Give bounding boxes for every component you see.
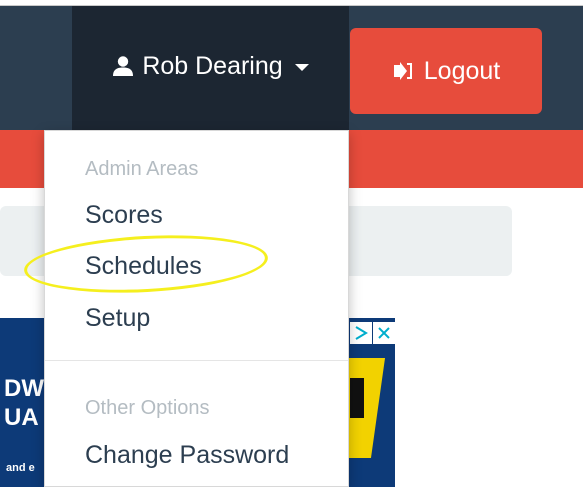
logout-button[interactable]: Logout	[350, 28, 542, 114]
menu-item-setup[interactable]: Setup	[85, 304, 150, 333]
logout-label: Logout	[423, 56, 501, 85]
ad-text-line-3: and e	[6, 462, 35, 474]
menu-item-change-password[interactable]: Change Password	[85, 441, 289, 470]
user-menu-toggle[interactable]: Rob Dearing	[72, 6, 349, 130]
caret-down-icon	[294, 64, 309, 71]
menu-item-scores[interactable]: Scores	[85, 201, 163, 230]
user-dropdown-menu: Admin Areas Scores Schedules Setup Other…	[44, 130, 349, 487]
ad-text-line-2: UA	[4, 404, 39, 431]
ad-close-icon[interactable]	[373, 322, 395, 344]
ad-text-line-1: DW	[4, 375, 44, 402]
ad-choices-icon[interactable]	[350, 322, 372, 344]
user-icon	[113, 56, 134, 76]
dropdown-header-admin: Admin Areas	[85, 158, 199, 180]
screen: Rob Dearing Logout DW UA and e Admin Are…	[0, 0, 583, 487]
ad-graphic-mark	[350, 378, 364, 418]
menu-item-schedules[interactable]: Schedules	[85, 252, 202, 281]
dropdown-divider	[45, 360, 348, 361]
user-name: Rob Dearing	[142, 51, 283, 80]
dropdown-header-other: Other Options	[85, 397, 210, 419]
sign-out-icon	[393, 62, 412, 80]
